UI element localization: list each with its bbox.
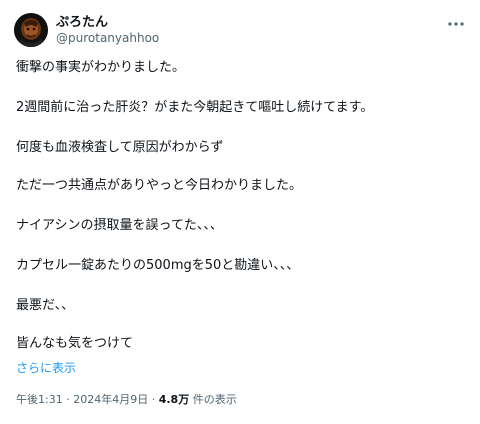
- tweet-line: ただ一つ共通点がありやっと今日わかりました。: [16, 178, 303, 193]
- author-names: ぷろたん @purotanyahhoo: [56, 15, 159, 46]
- tweet: ぷろたん @purotanyahhoo 衝撃の事実がわかりました。 2週間前に治…: [0, 0, 480, 424]
- show-more-link[interactable]: さらに表示: [16, 360, 76, 376]
- tweet-time[interactable]: 午後1:31: [16, 393, 63, 406]
- meta-separator: ·: [151, 393, 156, 406]
- meta-separator: ·: [66, 393, 70, 406]
- tweet-header: ぷろたん @purotanyahhoo: [14, 12, 466, 52]
- tweet-line: 皆んなも気をつけて: [16, 336, 134, 351]
- avatar-image: [14, 13, 48, 47]
- tweet-line: ナイアシンの摂取量を誤ってた、、、: [16, 218, 223, 233]
- tweet-line: 最悪だ、、: [16, 298, 75, 313]
- tweet-meta: 午後1:31 · 2024年4月9日 · 4.8万 件の表示: [16, 392, 237, 408]
- tweet-date[interactable]: 2024年4月9日: [73, 393, 148, 406]
- views-count: 4.8万: [158, 393, 190, 406]
- avatar[interactable]: [14, 13, 48, 47]
- tweet-line: 何度も血液検査して原因がわからず: [16, 140, 224, 155]
- tweet-line: カプセル一錠あたりの500mgを50と勘違い、、、: [16, 258, 300, 273]
- views-label: 件の表示: [192, 393, 237, 406]
- more-button[interactable]: [446, 14, 466, 34]
- more-horizontal-icon: [448, 22, 464, 26]
- author-handle[interactable]: @purotanyahhoo: [56, 31, 159, 46]
- tweet-line: 2週間前に治った肝炎？がまた今朝起きて嘔吐し続けてます。: [16, 100, 374, 115]
- tweet-line: 衝撃の事実がわかりました。: [16, 60, 186, 75]
- display-name[interactable]: ぷろたん: [56, 15, 159, 31]
